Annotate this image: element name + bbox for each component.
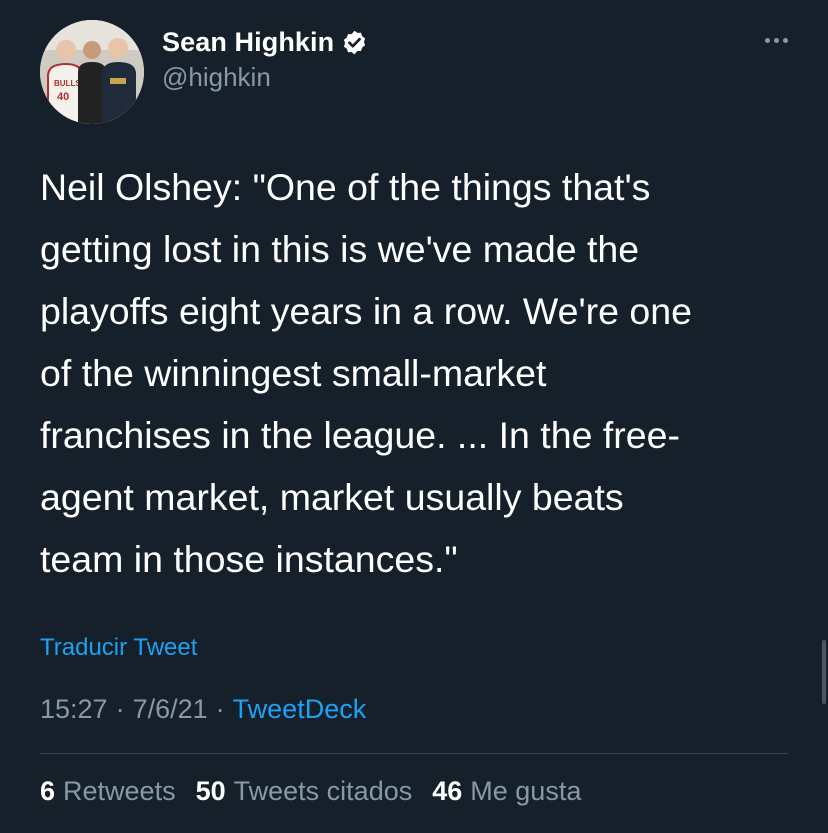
more-options-icon[interactable] — [765, 30, 788, 50]
name-row: Sean Highkin — [162, 24, 368, 60]
retweets-label: Retweets — [63, 776, 176, 806]
avatar-photo: BULLS 40 — [40, 20, 144, 124]
tweet-detail: BULLS 40 Sean Highkin @highkin Neil Olsh… — [0, 0, 828, 833]
tweet-text: Neil Olshey: "One of the things that's g… — [40, 166, 692, 580]
scrollbar[interactable] — [822, 640, 826, 704]
avatar[interactable]: BULLS 40 — [40, 20, 144, 124]
translate-tweet-link[interactable]: Traducir Tweet — [40, 634, 197, 662]
meta-separator: · — [215, 694, 225, 724]
tweet-stats: 6 Retweets 50 Tweets citados 46 Me gusta — [40, 776, 601, 807]
quote-tweets-count: 50 — [195, 776, 226, 806]
verified-badge-icon — [341, 29, 368, 56]
more-dot — [783, 37, 788, 43]
tweet-meta: 15:27 · 7/6/21 · TweetDeck — [40, 694, 366, 725]
likes-label: Me gusta — [470, 776, 582, 806]
more-dot — [765, 37, 770, 43]
user-handle[interactable]: @highkin — [162, 62, 368, 93]
more-dot — [774, 37, 779, 43]
retweets-stat[interactable]: 6 Retweets — [40, 776, 176, 807]
divider — [40, 753, 788, 754]
likes-stat[interactable]: 46 Me gusta — [432, 776, 581, 807]
tweet-source-link[interactable]: TweetDeck — [233, 694, 367, 725]
svg-text:BULLS: BULLS — [54, 79, 81, 88]
quote-tweets-label: Tweets citados — [233, 776, 413, 806]
quote-tweets-stat[interactable]: 50 Tweets citados — [196, 776, 413, 807]
svg-text:40: 40 — [57, 91, 69, 103]
display-name[interactable]: Sean Highkin — [162, 27, 334, 58]
meta-separator: · — [115, 694, 125, 724]
tweet-time[interactable]: 15:27 — [40, 694, 108, 725]
author-info[interactable]: Sean Highkin @highkin — [162, 24, 368, 93]
retweets-count: 6 — [40, 776, 56, 806]
likes-count: 46 — [432, 776, 463, 806]
tweet-date[interactable]: 7/6/21 — [133, 694, 208, 725]
